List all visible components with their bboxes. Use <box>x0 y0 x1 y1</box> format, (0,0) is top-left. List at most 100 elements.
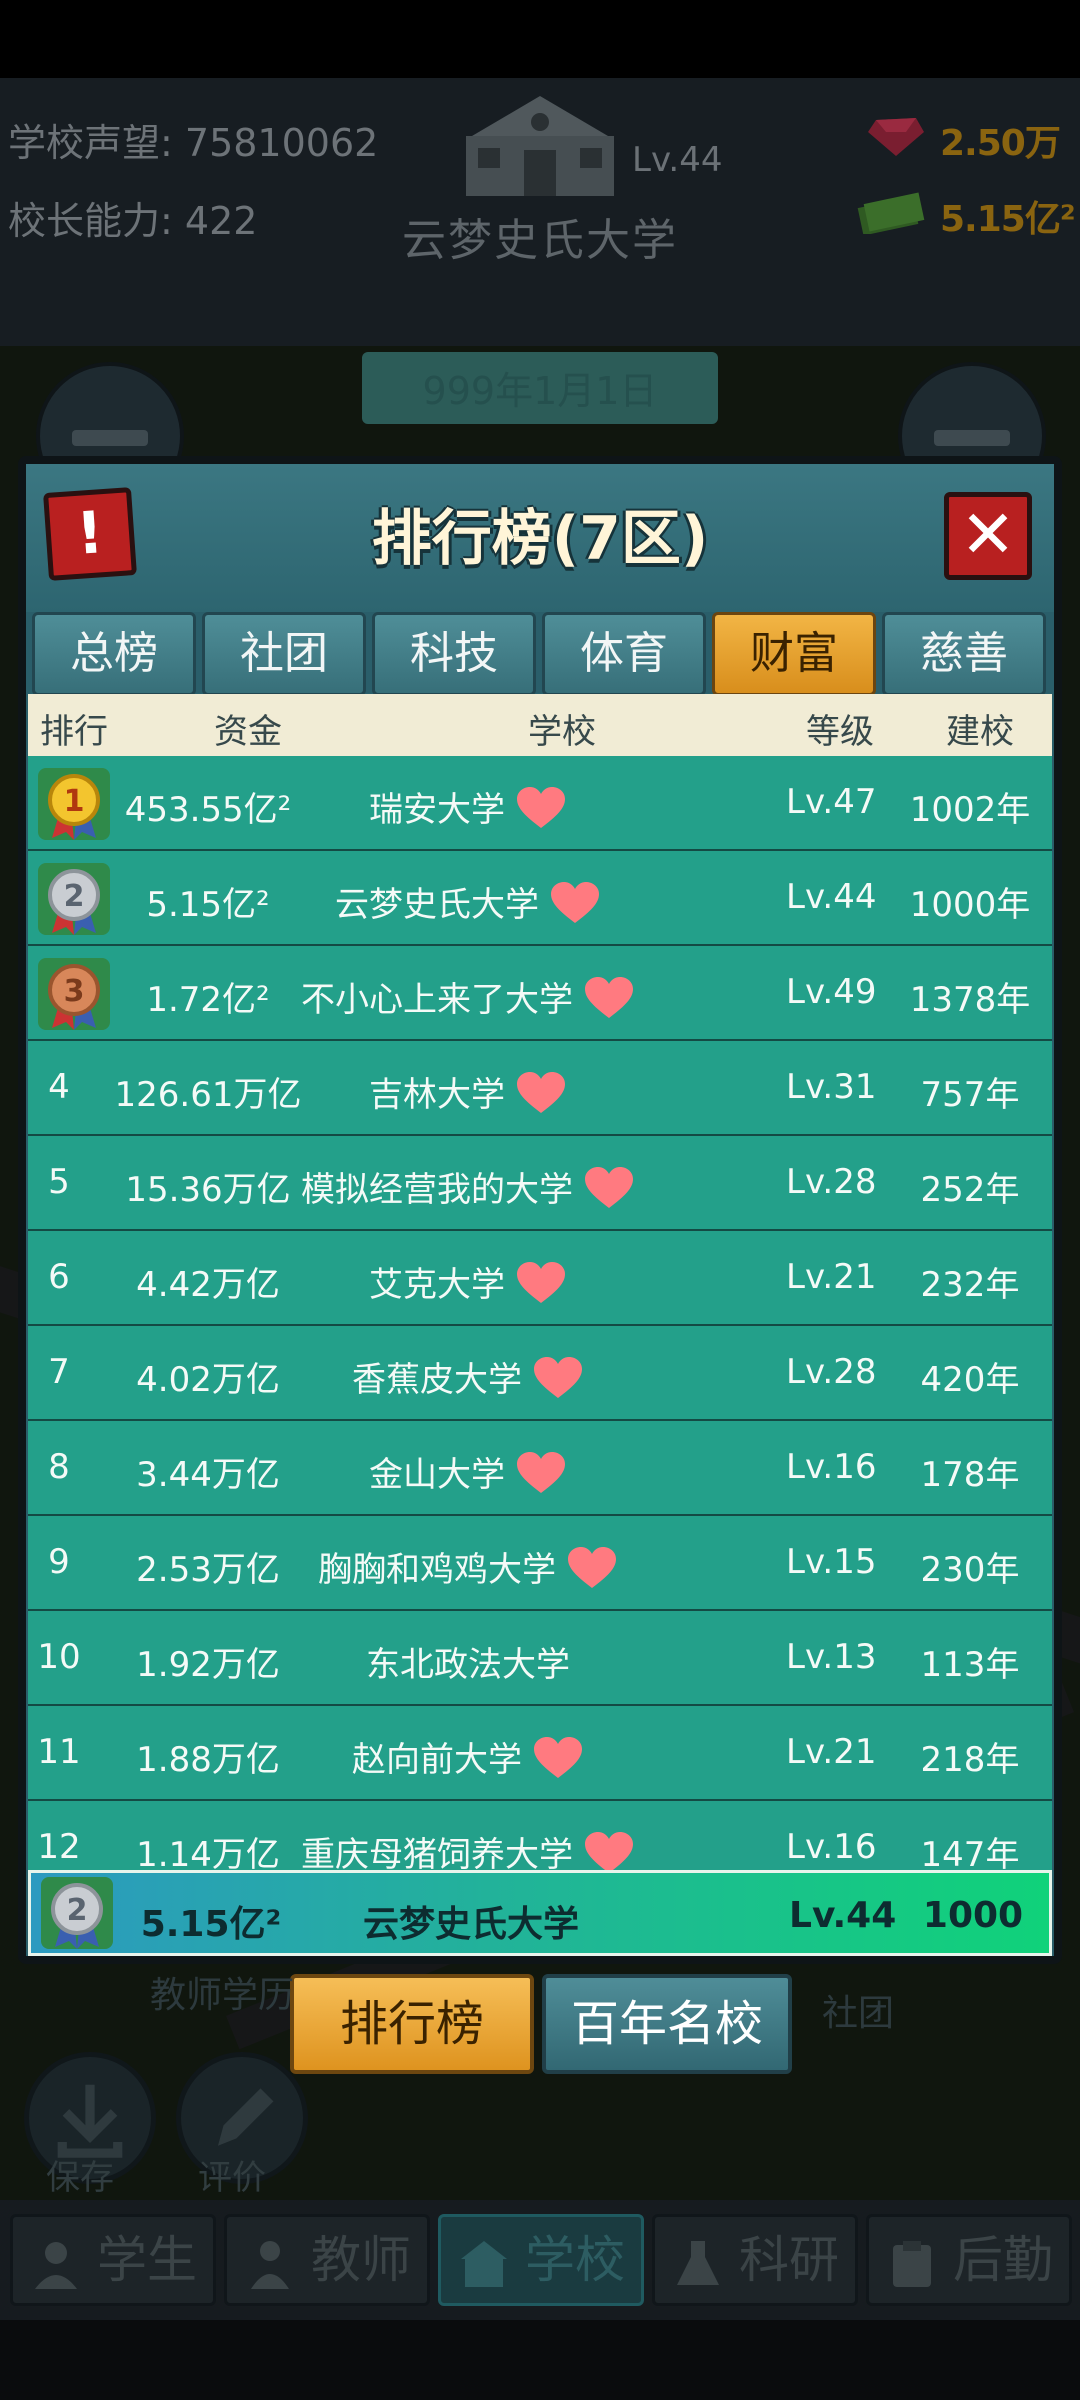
like-heart-icon[interactable] <box>583 1166 635 1210</box>
tab-overall[interactable]: 总榜 <box>32 612 196 696</box>
school-name[interactable]: 香蕉皮大学 <box>352 1360 522 1400</box>
founded-value: 178年 <box>920 1455 1020 1495</box>
col-fund: 资金 <box>214 712 282 752</box>
table-row[interactable]: 3 1.72亿² 不小心上来了大学 Lv.49 1378年 <box>28 946 1052 1039</box>
nav-logistics[interactable]: 后勤 <box>866 2214 1072 2306</box>
tab-wealth[interactable]: 财富 <box>712 612 876 696</box>
tab-sports[interactable]: 体育 <box>542 612 706 696</box>
rank-number: 12 <box>37 1827 81 1867</box>
nav-logistics-label: 后勤 <box>953 2231 1053 2289</box>
teacher-icon <box>251 2241 289 2289</box>
founded-value: 230年 <box>920 1550 1020 1590</box>
table-row[interactable]: 12 1.14万亿 重庆母猪饲养大学 Lv.16 147年 <box>28 1801 1052 1870</box>
school-name[interactable]: 艾克大学 <box>369 1265 505 1305</box>
student-icon <box>35 2242 77 2289</box>
gem-count: 2.50万 <box>940 123 1061 164</box>
table-row[interactable]: 10 1.92万亿 东北政法大学 Lv.13 113年 <box>28 1611 1052 1704</box>
close-button[interactable]: ✕ <box>944 492 1032 580</box>
school-name[interactable]: 金山大学 <box>369 1455 505 1495</box>
nav-teacher-label: 教师 <box>311 2231 411 2289</box>
school-name[interactable]: 胸胸和鸡鸡大学 <box>318 1550 556 1590</box>
school-name[interactable]: 重庆母猪饲养大学 <box>301 1835 573 1870</box>
tab-club[interactable]: 社团 <box>202 612 366 696</box>
my-school-row: 2 5.15亿² 云梦史氏大学 Lv.44 1000 <box>28 1870 1052 1956</box>
table-row[interactable]: 1 453.55亿² 瑞安大学 Lv.47 1002年 <box>28 756 1052 849</box>
school-name[interactable]: 云梦史氏大学 <box>335 885 539 925</box>
status-bar <box>0 0 1080 78</box>
ranking-list[interactable]: 1 453.55亿² 瑞安大学 Lv.47 1002年 2 5.15亿² 云梦史氏大学 Lv.4… <box>28 756 1052 1870</box>
table-row[interactable]: 6 4.42万亿 艾克大学 Lv.21 232年 <box>28 1231 1052 1324</box>
founded-value: 113年 <box>920 1645 1020 1685</box>
my-founded: 1000 <box>922 1895 1024 1936</box>
rank-number: 7 <box>48 1352 70 1392</box>
like-heart-icon[interactable] <box>515 786 567 830</box>
save-label: 保存 <box>46 2158 114 2198</box>
tab-famous-schools[interactable]: 百年名校 <box>542 1974 792 2074</box>
school-name[interactable]: 东北政法大学 <box>366 1645 570 1685</box>
level-value: Lv.21 <box>786 1732 877 1772</box>
table-row[interactable]: 5 15.36万亿 模拟经营我的大学 Lv.28 252年 <box>28 1136 1052 1229</box>
column-header: 排行 资金 学校 等级 建校 <box>28 694 1052 756</box>
svg-text:2: 2 <box>64 879 85 914</box>
svg-text:1: 1 <box>64 784 85 819</box>
table-row[interactable]: 2 5.15亿² 云梦史氏大学 Lv.44 1000年 <box>28 851 1052 944</box>
svg-text:3: 3 <box>64 974 85 1009</box>
money-count: 5.15亿² <box>940 199 1076 240</box>
nav-research[interactable]: 科研 <box>652 2214 858 2306</box>
teacher-education-label: 教师学历 <box>150 1975 295 2016</box>
rank-number: 4 <box>48 1067 70 1107</box>
table-row[interactable]: 7 4.02万亿 香蕉皮大学 Lv.28 420年 <box>28 1326 1052 1419</box>
level-value: Lv.16 <box>786 1447 877 1487</box>
rank-number: 11 <box>37 1732 81 1772</box>
founded-value: 1002年 <box>909 790 1031 830</box>
level-value: Lv.49 <box>786 972 877 1012</box>
level-value: Lv.31 <box>786 1067 877 1107</box>
founded-value: 757年 <box>920 1075 1020 1115</box>
col-founded: 建校 <box>946 712 1014 752</box>
silver-medal-icon: 2 <box>38 863 110 935</box>
table-row[interactable]: 9 2.53万亿 胸胸和鸡鸡大学 Lv.15 230年 <box>28 1516 1052 1609</box>
clipboard-icon <box>893 2241 931 2287</box>
rate-label: 评价 <box>198 2158 266 2198</box>
tab-ranking[interactable]: 排行榜 <box>290 1974 534 2074</box>
like-heart-icon[interactable] <box>583 976 635 1020</box>
category-tabs: 总榜 社团 科技 体育 财富 慈善 <box>32 612 1048 698</box>
game-date: 999年1月1日 <box>422 369 658 413</box>
gem-icon <box>868 118 924 156</box>
table-row[interactable]: 11 1.88万亿 赵向前大学 Lv.21 218年 <box>28 1706 1052 1799</box>
nav-student[interactable]: 学生 <box>10 2214 216 2306</box>
nav-research-label: 科研 <box>739 2231 839 2289</box>
nav-school[interactable]: 学校 <box>438 2214 644 2306</box>
my-level: Lv.44 <box>789 1895 897 1936</box>
school-name[interactable]: 瑞安大学 <box>369 790 505 830</box>
level-value: Lv.16 <box>786 1827 877 1867</box>
school-cell: 香蕉皮大学 <box>258 1352 678 1401</box>
like-heart-icon[interactable] <box>515 1451 567 1495</box>
founded-value: 218年 <box>920 1740 1020 1780</box>
like-heart-icon[interactable] <box>532 1736 584 1780</box>
silver-medal-icon: 2 <box>41 1877 113 1949</box>
founded-value: 420年 <box>920 1360 1020 1400</box>
table-row[interactable]: 8 3.44万亿 金山大学 Lv.16 178年 <box>28 1421 1052 1514</box>
founded-value: 1000年 <box>909 885 1031 925</box>
school-cell: 东北政法大学 <box>258 1637 678 1686</box>
like-heart-icon[interactable] <box>515 1261 567 1305</box>
game-screen: { "header":{ "reputation_label":"学校声望:",… <box>0 0 1080 2400</box>
like-heart-icon[interactable] <box>549 881 601 925</box>
school-name[interactable]: 赵向前大学 <box>352 1740 522 1780</box>
reputation-stat: 学校声望: 75810062 <box>8 121 379 165</box>
rank-number: 9 <box>48 1542 70 1582</box>
like-heart-icon[interactable] <box>515 1071 567 1115</box>
school-name[interactable]: 不小心上来了大学 <box>301 980 573 1020</box>
notice-button[interactable]: ! <box>43 487 137 581</box>
school-name[interactable]: 模拟经营我的大学 <box>301 1170 573 1210</box>
like-heart-icon[interactable] <box>583 1831 635 1871</box>
table-row[interactable]: 4 126.61万亿 吉林大学 Lv.31 757年 <box>28 1041 1052 1134</box>
club-label: 社团 <box>822 1993 895 2034</box>
school-name[interactable]: 吉林大学 <box>369 1075 505 1115</box>
like-heart-icon[interactable] <box>566 1546 618 1590</box>
tab-charity[interactable]: 慈善 <box>882 612 1046 696</box>
nav-teacher[interactable]: 教师 <box>224 2214 430 2306</box>
like-heart-icon[interactable] <box>532 1356 584 1400</box>
tab-tech[interactable]: 科技 <box>372 612 536 696</box>
